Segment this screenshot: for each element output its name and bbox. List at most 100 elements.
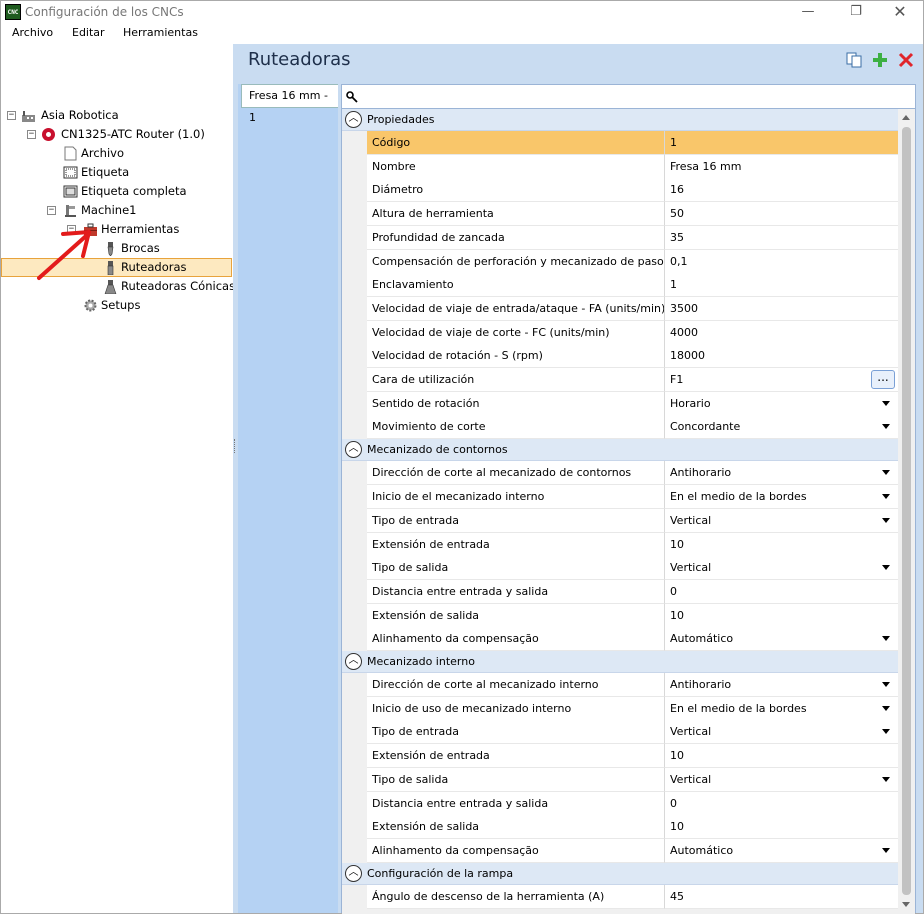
property-value[interactable]: Fresa 16 mm: [665, 154, 898, 179]
property-row[interactable]: Extensión de entrada 10: [342, 532, 898, 557]
dropdown-arrow-icon[interactable]: [882, 470, 890, 476]
dropdown-arrow-icon[interactable]: [882, 729, 890, 735]
maximize-button[interactable]: ❐: [833, 1, 879, 23]
dropdown-arrow-icon[interactable]: [882, 494, 890, 500]
property-row[interactable]: Inicio de uso de mecanizado interno En e…: [342, 696, 898, 721]
collapse-chevron-icon[interactable]: ︿: [345, 653, 362, 670]
property-value[interactable]: 0: [665, 579, 898, 604]
property-row[interactable]: Velocidad de viaje de entrada/ataque - F…: [342, 296, 898, 321]
property-row[interactable]: Distancia entre entrada y salida 0: [342, 791, 898, 816]
scroll-up-arrow[interactable]: [902, 115, 910, 120]
property-value[interactable]: 35: [665, 225, 898, 250]
dropdown-arrow-icon[interactable]: [882, 776, 890, 782]
tree-item-archivo[interactable]: Archivo: [1, 144, 232, 163]
property-value[interactable]: Vertical: [665, 720, 898, 745]
property-value[interactable]: Automático: [665, 627, 898, 652]
property-value[interactable]: 10: [665, 532, 898, 557]
dropdown-arrow-icon[interactable]: [882, 565, 890, 571]
property-row[interactable]: Ángulo de descenso de la herramienta (A)…: [342, 884, 898, 909]
property-row[interactable]: Tipo de entrada Vertical: [342, 720, 898, 745]
property-row[interactable]: Extensión de salida 10: [342, 603, 898, 628]
scroll-down-arrow[interactable]: [902, 902, 910, 907]
property-row[interactable]: Dirección de corte al mecanizado de cont…: [342, 461, 898, 486]
property-row[interactable]: Inicio de el mecanizado interno En el me…: [342, 485, 898, 510]
property-value[interactable]: 4000: [665, 320, 898, 345]
property-row[interactable]: Tipo de salida Vertical: [342, 556, 898, 581]
tree-item-machine1[interactable]: Machine1: [1, 201, 232, 220]
property-value[interactable]: 10: [665, 815, 898, 840]
dropdown-arrow-icon[interactable]: [882, 847, 890, 853]
add-button[interactable]: [872, 52, 888, 68]
property-search[interactable]: [342, 85, 915, 109]
collapse-chevron-icon[interactable]: ︿: [345, 864, 362, 882]
menu-editar[interactable]: Editar: [72, 26, 105, 39]
property-row[interactable]: Compensación de perforación y mecanizado…: [342, 249, 898, 274]
property-value[interactable]: 0,1: [665, 249, 898, 274]
tree-item-cn1325-atc-router-1-0[interactable]: CN1325-ATC Router (1.0): [1, 125, 232, 144]
tab-fresa-16[interactable]: Fresa 16 mm - 1: [241, 84, 338, 124]
property-value[interactable]: En el medio de la bordes: [665, 696, 898, 721]
property-row[interactable]: Diámetro 16: [342, 178, 898, 203]
property-row[interactable]: Cara de utilización F1...: [342, 368, 898, 392]
property-value[interactable]: 10: [665, 603, 898, 628]
property-value[interactable]: Vertical: [665, 767, 898, 792]
property-row[interactable]: Nombre Fresa 16 mm: [342, 154, 898, 179]
property-value[interactable]: Vertical: [665, 508, 898, 533]
property-row[interactable]: Movimiento de corte Concordante: [342, 415, 898, 440]
collapse-chevron-icon[interactable]: ︿: [345, 111, 362, 128]
ellipsis-button[interactable]: ...: [871, 370, 895, 389]
property-row[interactable]: Dirección de corte al mecanizado interno…: [342, 673, 898, 697]
property-value[interactable]: 3500: [665, 296, 898, 321]
vertical-scrollbar[interactable]: [898, 109, 915, 914]
delete-button[interactable]: [898, 52, 914, 68]
property-row[interactable]: Sentido de rotación Horario: [342, 391, 898, 416]
tree-item-etiqueta[interactable]: Etiqueta: [1, 163, 232, 182]
menu-archivo[interactable]: Archivo: [12, 26, 53, 39]
property-value[interactable]: 10: [665, 744, 898, 769]
property-value[interactable]: 0: [665, 791, 898, 816]
property-row[interactable]: Alinhamento da compensação Automático: [342, 627, 898, 652]
property-row[interactable]: Enclavamiento 1: [342, 273, 898, 298]
property-value[interactable]: 45: [665, 884, 898, 909]
property-row[interactable]: Tipo de entrada Vertical: [342, 508, 898, 533]
property-value[interactable]: 50: [665, 202, 898, 227]
property-value[interactable]: F1...: [665, 368, 898, 392]
copy-button[interactable]: [846, 52, 862, 68]
dropdown-arrow-icon[interactable]: [882, 400, 890, 406]
property-value[interactable]: Automático: [665, 838, 898, 863]
menu-herramientas[interactable]: Herramientas: [123, 26, 198, 39]
property-value[interactable]: En el medio de la bordes: [665, 485, 898, 510]
dropdown-arrow-icon[interactable]: [882, 636, 890, 642]
property-row[interactable]: Extensión de salida 10: [342, 815, 898, 840]
property-row[interactable]: Distancia entre entrada y salida 0: [342, 579, 898, 604]
tree-item-asia-robotica[interactable]: Asia Robotica: [1, 106, 232, 125]
property-row[interactable]: Tipo de salida Vertical: [342, 767, 898, 792]
dropdown-arrow-icon[interactable]: [882, 424, 890, 430]
property-value[interactable]: Antihorario: [665, 673, 898, 697]
property-value[interactable]: 1: [665, 131, 898, 155]
tree-item-etiqueta-completa[interactable]: Etiqueta completa: [1, 182, 232, 201]
property-value[interactable]: 16: [665, 178, 898, 203]
dropdown-arrow-icon[interactable]: [882, 705, 890, 711]
property-value[interactable]: Concordante: [665, 415, 898, 440]
property-value[interactable]: Antihorario: [665, 461, 898, 486]
property-row[interactable]: Extensión de entrada 10: [342, 744, 898, 769]
property-row[interactable]: Alinhamento da compensação Automático: [342, 838, 898, 863]
property-row[interactable]: Profundidad de zancada 35: [342, 225, 898, 250]
close-button[interactable]: ✕: [877, 1, 923, 23]
property-value[interactable]: 18000: [665, 344, 898, 369]
property-value[interactable]: 1: [665, 273, 898, 298]
property-row[interactable]: Altura de herramienta 50: [342, 202, 898, 227]
dropdown-arrow-icon[interactable]: [882, 517, 890, 523]
collapse-chevron-icon[interactable]: ︿: [345, 441, 362, 459]
tree-item-setups[interactable]: Setups: [1, 296, 232, 315]
property-row[interactable]: Velocidad de viaje de corte - FC (units/…: [342, 320, 898, 345]
title-bar: CNC Configuración de los CNCs — ❐ ✕: [1, 1, 923, 23]
scroll-thumb[interactable]: [902, 127, 911, 895]
property-row[interactable]: Velocidad de rotación - S (rpm) 18000: [342, 344, 898, 369]
dropdown-arrow-icon[interactable]: [882, 682, 890, 687]
property-value[interactable]: Vertical: [665, 556, 898, 581]
property-row[interactable]: Código 1: [342, 131, 898, 155]
minimize-button[interactable]: —: [785, 1, 831, 23]
property-value[interactable]: Horario: [665, 391, 898, 416]
